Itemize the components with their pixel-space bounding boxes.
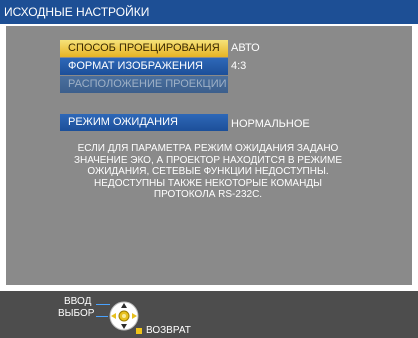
standby-notice: ЕСЛИ ДЛЯ ПАРАМЕТРА РЕЖИМ ОЖИДАНИЯ ЗАДАНО… — [58, 143, 358, 201]
menu-value-standby-mode: НОРМАЛЬНОЕ — [231, 118, 310, 130]
projector-osd: ИСХОДНЫЕ НАСТРОЙКИ СПОСОБ ПРОЕЦИРОВАНИЯ … — [0, 0, 418, 338]
page-title: ИСХОДНЫЕ НАСТРОЙКИ — [0, 0, 418, 24]
notice-line: ЗНАЧЕНИЕ ЭКО, А ПРОЕКТОР НАХОДИТСЯ В РЕЖ… — [73, 154, 343, 166]
menu-item-projection-method[interactable]: СПОСОБ ПРОЕЦИРОВАНИЯ — [60, 40, 228, 57]
menu-item-projection-position: РАСПОЛОЖЕНИЕ ПРОЕКЦИИ — [60, 76, 228, 93]
menu-item-aspect-ratio[interactable]: ФОРМАТ ИЗОБРАЖЕНИЯ — [60, 58, 228, 75]
return-hint-label: ВОЗВРАТ — [146, 325, 191, 336]
notice-line: ПРОТОКОЛА RS-232C. — [153, 189, 263, 200]
menu-value-aspect-ratio: 4:3 — [231, 60, 247, 72]
select-connector-line — [96, 316, 108, 317]
notice-line: НЕДОСТУПНЫ ТАКЖЕ НЕКОТОРЫЕ КОМАНДЫ — [94, 177, 322, 189]
footer-hints: ВВОД ВЫБОР ВОЗВРАТ — [0, 291, 418, 338]
notice-line: ЕСЛИ ДЛЯ ПАРАМЕТРА РЕЖИМ ОЖИДАНИЯ ЗАДАНО — [77, 143, 339, 154]
notice-line: ОЖИДАНИЯ, СЕТЕВЫЕ ФУНКЦИИ НЕДОСТУПНЫ. — [87, 166, 329, 177]
enter-hint-label: ВВОД — [64, 296, 92, 307]
return-button-icon — [136, 328, 142, 334]
menu-value-projection-method: АВТО — [231, 42, 260, 54]
menu-item-standby-mode[interactable]: РЕЖИМ ОЖИДАНИЯ — [60, 114, 228, 131]
select-hint-label: ВЫБОР — [58, 308, 95, 319]
